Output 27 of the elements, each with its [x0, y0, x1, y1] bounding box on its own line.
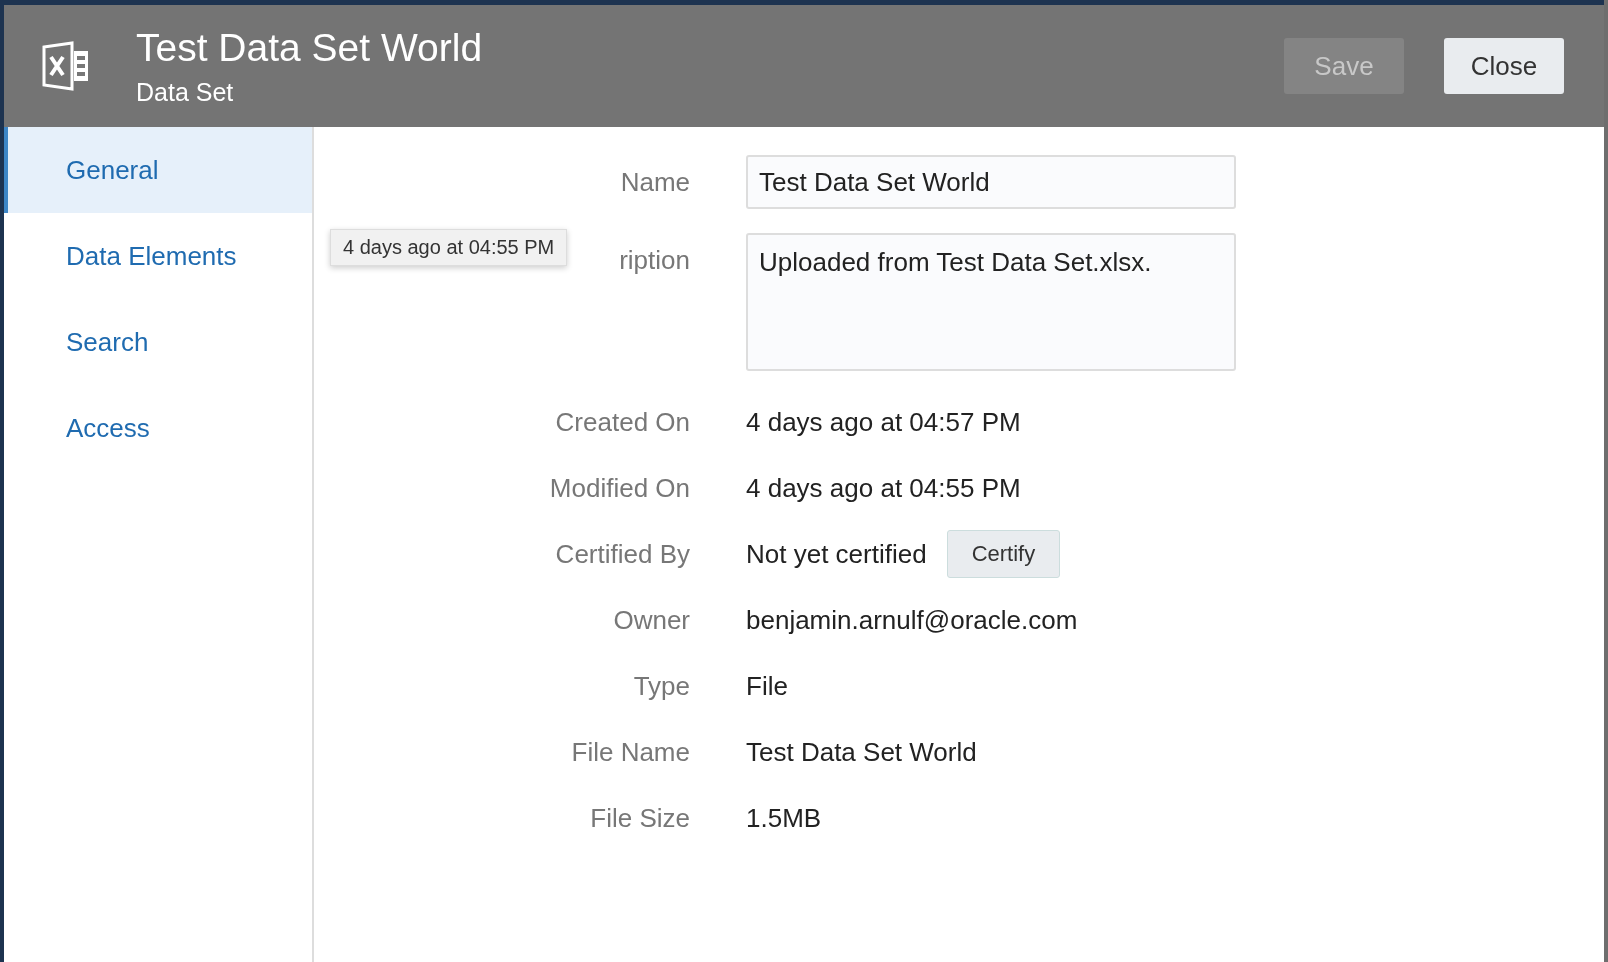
field-label: File Size [589, 802, 691, 834]
field-value: benjamin.arnulf@oracle.com [746, 604, 1078, 636]
field-label: ription [619, 245, 690, 275]
field-value: 4 days ago at 04:55 PM [746, 472, 1021, 504]
field-label: Type [632, 670, 691, 702]
field-label: Created On [554, 406, 691, 438]
certify-button[interactable]: Certify [946, 530, 1061, 578]
field-value: 4 days ago at 04:57 PM [746, 406, 1021, 438]
field-value: File [746, 670, 788, 702]
tooltip: 4 days ago at 04:55 PM [330, 229, 568, 266]
field-label: Modified On [548, 472, 691, 504]
dialog-title: Test Data Set World [136, 25, 484, 70]
sidebar-item[interactable]: Search [4, 299, 312, 385]
field-label: Owner [612, 604, 691, 636]
field-value: Not yet certified [746, 538, 927, 570]
field-value: 1.5MB [746, 802, 822, 834]
sidebar-item[interactable]: General [4, 127, 312, 213]
field-label: File Name [570, 736, 691, 768]
name-field[interactable]: Test Data Set World [746, 155, 1236, 209]
close-button[interactable]: Close [1444, 38, 1564, 94]
field-label: Certified By [554, 538, 691, 570]
field-label: Name [619, 166, 691, 198]
description-field[interactable]: Uploaded from Test Data Set.xlsx. [746, 233, 1236, 371]
sidebar-item[interactable]: Access [4, 385, 312, 471]
sidebar-item[interactable]: Data Elements [4, 213, 312, 299]
field-value: Test Data Set World [746, 736, 977, 768]
dialog-subtitle: Data Set [136, 77, 235, 107]
